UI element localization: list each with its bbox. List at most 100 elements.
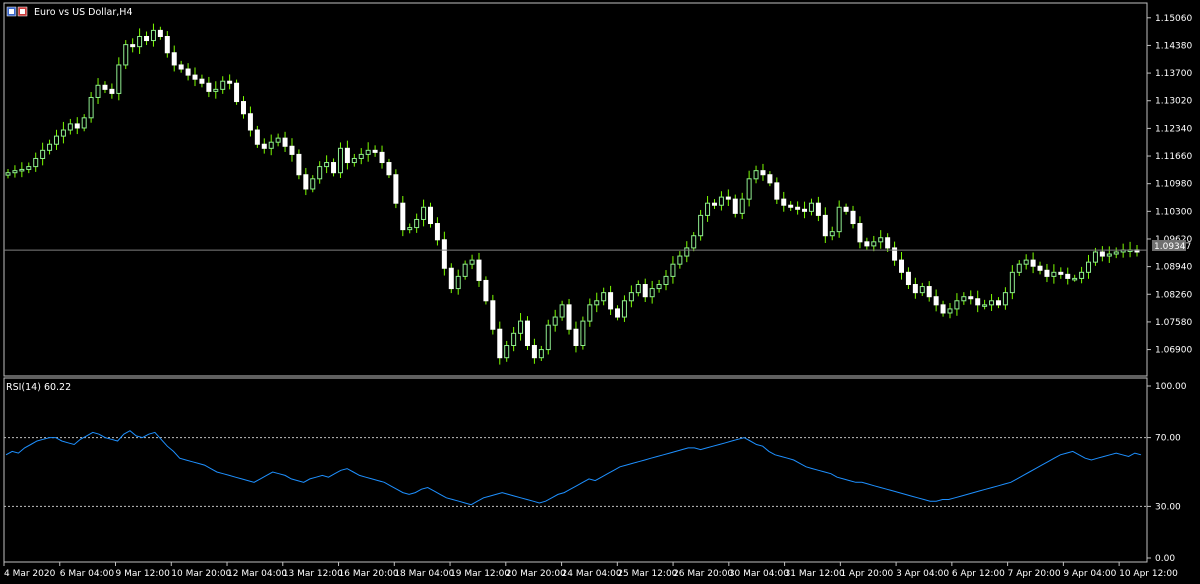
- time-axis-label: 26 Mar 20:00: [673, 569, 733, 579]
- price-axis-label: 1.10980: [1155, 180, 1192, 190]
- candle-body: [836, 206, 842, 233]
- time-axis-label: 12 Mar 04:00: [227, 569, 287, 579]
- time-axis-label: 10 Mar 20:00: [171, 569, 231, 579]
- candle-body: [511, 332, 517, 347]
- candle-body: [1065, 273, 1071, 279]
- candle-body: [919, 286, 925, 294]
- candle-body: [961, 296, 967, 302]
- candle-body: [220, 80, 226, 90]
- chart-window-icon[interactable]: [6, 6, 28, 17]
- candle-body: [102, 84, 108, 90]
- candle-body: [130, 44, 136, 48]
- candle-body: [240, 101, 246, 115]
- rsi-axis-label: 0.00: [1155, 554, 1175, 564]
- candle-body: [518, 320, 524, 334]
- candle-body: [1051, 271, 1057, 277]
- candle-body: [88, 96, 94, 119]
- candle-body: [698, 214, 704, 237]
- candle-body: [663, 275, 669, 286]
- candle-body: [580, 320, 586, 347]
- time-axis-label: 19 Mar 12:00: [450, 569, 510, 579]
- candle-body: [74, 123, 80, 129]
- price-axis-label: 1.14380: [1155, 41, 1192, 51]
- rsi-axis-label: 70.00: [1155, 434, 1181, 444]
- candle-body: [157, 29, 163, 37]
- candle-body: [1016, 263, 1022, 273]
- candle-body: [1023, 259, 1029, 265]
- candle-body: [192, 74, 198, 80]
- candle-body: [774, 182, 780, 200]
- candle-body: [275, 137, 281, 143]
- axes-layer: 1.15060 1.14380 1.13700 1.13020 1.12340 1.116…: [3, 14, 1192, 579]
- candle-body: [434, 223, 440, 241]
- candle-body: [808, 202, 814, 212]
- price-axis-label: 1.13700: [1155, 69, 1192, 79]
- candle-body: [227, 80, 233, 84]
- candle-body: [954, 300, 960, 310]
- candle-body: [982, 304, 988, 307]
- time-axis-label: 3 Apr 04:00: [896, 569, 949, 579]
- candle-body: [428, 206, 434, 225]
- candle-body: [372, 149, 378, 153]
- candle-body: [760, 170, 766, 176]
- candle-body: [386, 162, 392, 176]
- candle-body: [358, 153, 364, 159]
- candle-body: [393, 174, 399, 204]
- candle-body: [608, 292, 614, 310]
- candle-body: [344, 147, 350, 164]
- candle-body: [788, 204, 794, 208]
- candle-body: [185, 68, 191, 76]
- candle-body: [1092, 251, 1098, 263]
- candle-body: [968, 296, 974, 300]
- candle-body: [1037, 265, 1043, 271]
- candle-body: [975, 298, 981, 306]
- candle-body: [324, 162, 330, 168]
- candle-body: [940, 304, 946, 314]
- candle-body: [12, 170, 18, 174]
- candle-body: [767, 174, 773, 184]
- candle-body: [1079, 271, 1085, 279]
- candle-body: [81, 117, 87, 129]
- candle-body: [497, 328, 503, 359]
- candle-body: [1113, 251, 1119, 255]
- candle-body: [400, 202, 406, 231]
- candle-body: [282, 137, 288, 147]
- candle-body: [656, 284, 662, 290]
- candle-body: [414, 218, 420, 229]
- candle-body: [531, 345, 537, 359]
- candle-body: [802, 208, 808, 212]
- candle-body: [1058, 271, 1064, 275]
- time-axis-label: 6 Mar 04:00: [60, 569, 115, 579]
- candle-body: [441, 239, 447, 269]
- candle-body: [199, 78, 205, 84]
- candle-body: [746, 178, 752, 200]
- candle-body: [857, 223, 863, 243]
- candle-body: [524, 320, 530, 347]
- price-axis-label: 1.12340: [1155, 124, 1192, 134]
- candle-body: [718, 196, 724, 206]
- candle-body: [171, 52, 177, 66]
- time-axis-label: 4 Mar 2020: [4, 569, 56, 579]
- price-axis-label: 1.08260: [1155, 290, 1192, 300]
- candle-body: [213, 88, 219, 92]
- candle-body: [545, 324, 551, 351]
- price-axis-label: 1.15060: [1155, 14, 1192, 24]
- candle-body: [933, 296, 939, 306]
- candle-body: [178, 64, 184, 70]
- time-axis-label: 24 Mar 04:00: [562, 569, 622, 579]
- time-axis-label: 13 Mar 12:00: [283, 569, 343, 579]
- time-axis-label: 18 Mar 04:00: [394, 569, 454, 579]
- chart-frame: [3, 2, 1148, 563]
- price-axis-label: 1.10300: [1155, 207, 1192, 217]
- candle-body: [206, 82, 212, 92]
- candle-body: [642, 284, 648, 298]
- candle-body: [247, 113, 253, 131]
- candle-body: [490, 300, 496, 330]
- candle-body: [407, 227, 413, 231]
- rsi-indicator-label: RSI(14) 60.22: [6, 382, 71, 393]
- candle-body: [871, 241, 877, 247]
- candle-body: [1030, 259, 1036, 267]
- candles-layer: [5, 23, 1140, 365]
- candle-body: [566, 304, 572, 330]
- candle-body: [649, 288, 655, 298]
